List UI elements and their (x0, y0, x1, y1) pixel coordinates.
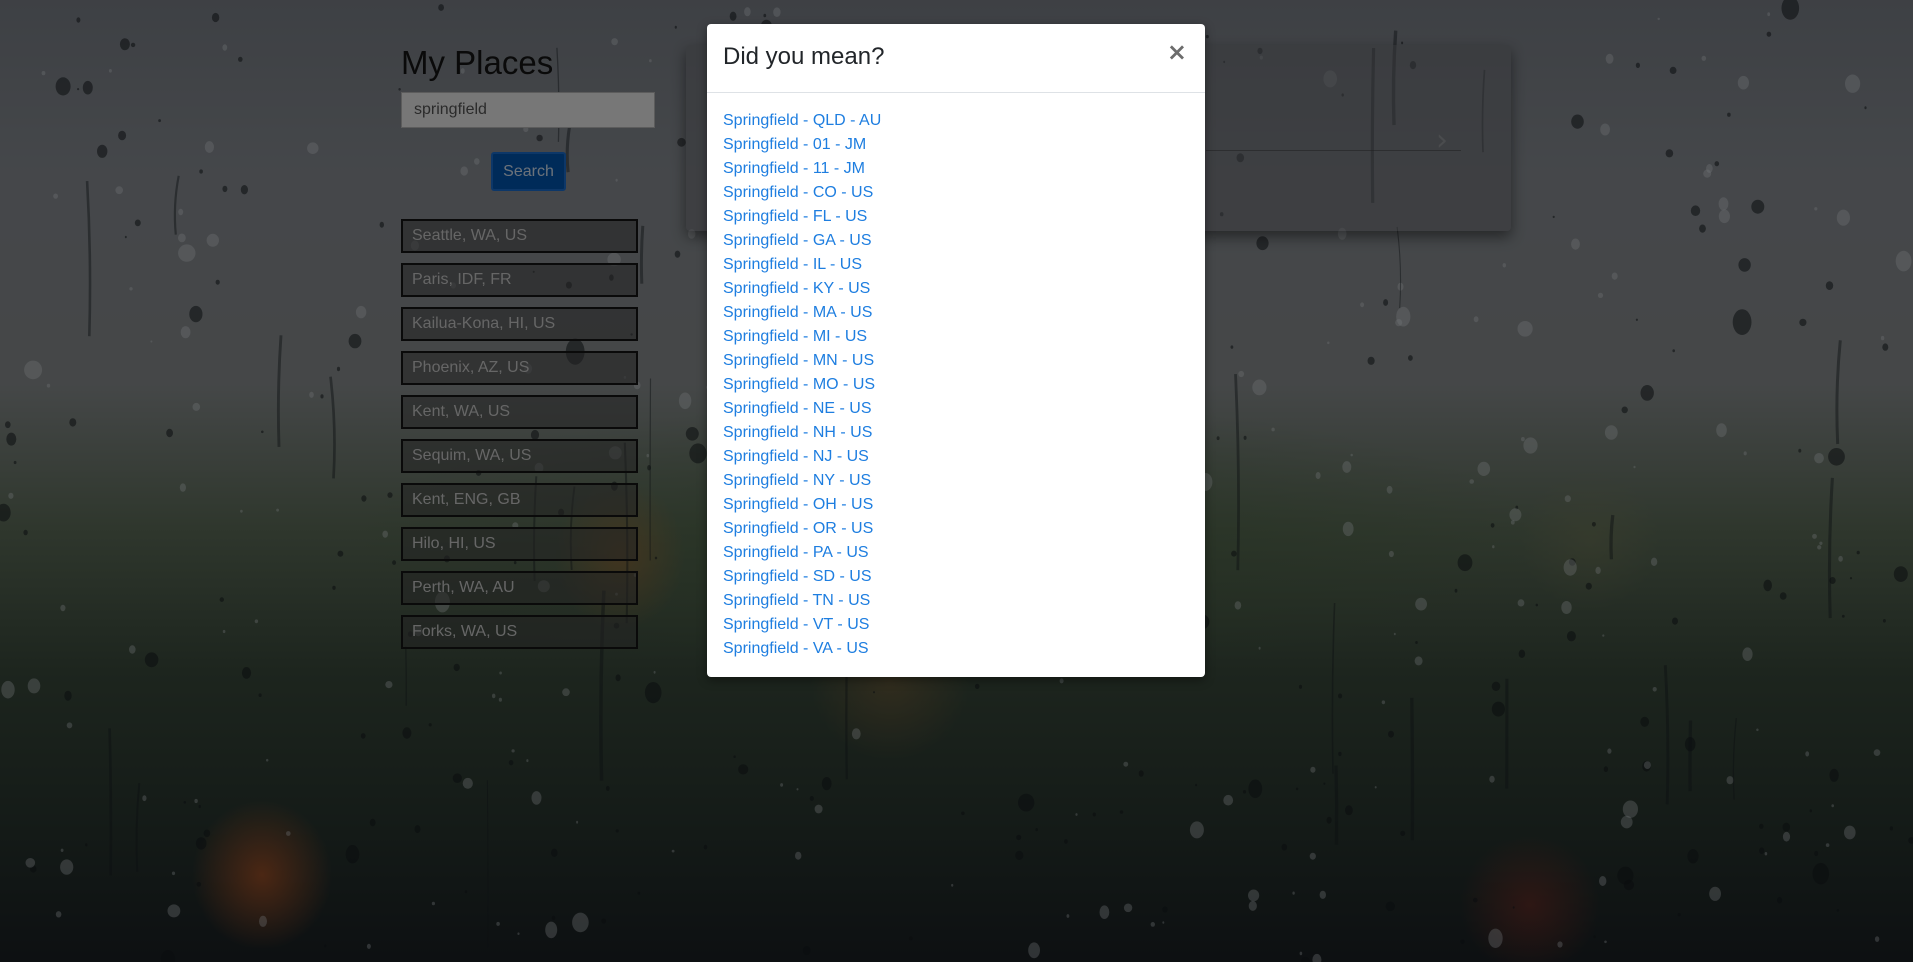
suggestion-link[interactable]: Springfield - CO - US (723, 181, 881, 205)
suggestion-link[interactable]: Springfield - MN - US (723, 349, 881, 373)
suggestion-link[interactable]: Springfield - 01 - JM (723, 133, 881, 157)
suggestions-list: Springfield - QLD - AU Springfield - 01 … (723, 109, 881, 661)
suggestion-link[interactable]: Springfield - MA - US (723, 301, 881, 325)
suggestion-link[interactable]: Springfield - NH - US (723, 421, 881, 445)
modal-title: Did you mean? (723, 43, 885, 70)
suggestion-link[interactable]: Springfield - OH - US (723, 493, 881, 517)
suggestion-link[interactable]: Springfield - TN - US (723, 589, 881, 613)
suggestion-link[interactable]: Springfield - FL - US (723, 205, 881, 229)
did-you-mean-dialog: Did you mean? × Springfield - QLD - AU S… (707, 24, 1205, 677)
suggestion-link[interactable]: Springfield - GA - US (723, 229, 881, 253)
suggestion-link[interactable]: Springfield - MO - US (723, 373, 881, 397)
suggestion-link[interactable]: Springfield - SD - US (723, 565, 881, 589)
suggestion-link[interactable]: Springfield - PA - US (723, 541, 881, 565)
suggestion-link[interactable]: Springfield - QLD - AU (723, 109, 881, 133)
suggestion-link[interactable]: Springfield - OR - US (723, 517, 881, 541)
suggestion-link[interactable]: Springfield - MI - US (723, 325, 881, 349)
suggestion-link[interactable]: Springfield - VT - US (723, 613, 881, 637)
close-icon[interactable]: × (1167, 38, 1187, 66)
suggestion-link[interactable]: Springfield - KY - US (723, 277, 881, 301)
suggestion-link[interactable]: Springfield - NE - US (723, 397, 881, 421)
suggestion-link[interactable]: Springfield - NJ - US (723, 445, 881, 469)
suggestion-link[interactable]: Springfield - 11 - JM (723, 157, 881, 181)
suggestion-link[interactable]: Springfield - VA - US (723, 637, 881, 661)
suggestion-link[interactable]: Springfield - IL - US (723, 253, 881, 277)
modal-header: Did you mean? × (707, 24, 1205, 93)
suggestion-link[interactable]: Springfield - NY - US (723, 469, 881, 493)
